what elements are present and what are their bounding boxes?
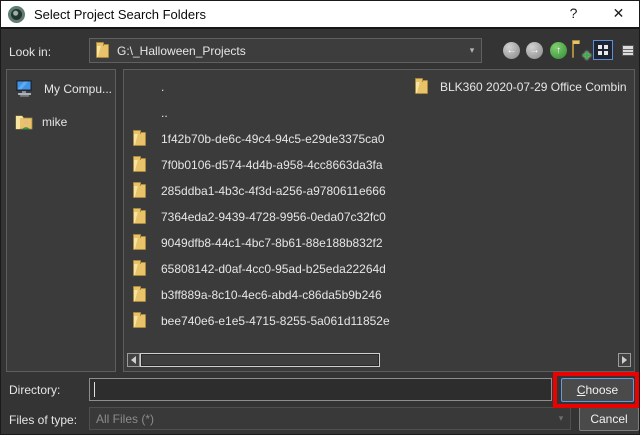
sidebar-item-mike[interactable]: mike — [7, 107, 115, 136]
left-triangle-icon — [131, 356, 136, 364]
app-icon — [8, 6, 25, 23]
folder-icon — [133, 262, 146, 276]
cancel-button[interactable]: Cancel — [579, 407, 639, 431]
create-new-folder-button[interactable]: ✚ — [572, 43, 588, 59]
scroll-right-button[interactable] — [618, 353, 631, 367]
list-item-label: b3ff889a-8c10-4ec6-abd4-c86da5b9b246 — [161, 288, 382, 302]
forward-arrow-icon: → — [530, 45, 540, 56]
file-type-value: All Files (*) — [96, 412, 154, 426]
list-item[interactable]: bee740e6-e1e5-4715-8255-5a061d11852e — [124, 308, 634, 334]
chevron-down-icon[interactable]: ▾ — [463, 45, 481, 56]
choose-button[interactable]: Choose — [561, 378, 634, 402]
folder-icon — [133, 158, 146, 172]
user-folder-icon — [15, 113, 33, 130]
directory-input[interactable] — [89, 378, 552, 401]
sidebar-item-label: My Compu... — [44, 82, 112, 96]
scroll-left-button[interactable] — [127, 353, 140, 367]
look-in-path: G:\_Halloween_Projects — [117, 44, 246, 58]
plus-icon: ✚ — [583, 51, 591, 62]
list-item-label: 65808142-d0af-4cc0-95ad-b25eda22264d — [161, 262, 386, 276]
help-button[interactable]: ? — [551, 0, 596, 26]
folder-icon — [96, 44, 109, 58]
look-in-label: Look in: — [9, 45, 51, 59]
folder-icon — [133, 184, 146, 198]
list-item-label: 1f42b70b-de6c-49c4-94c5-e29de3375ca0 — [161, 132, 385, 146]
parent-directory-button[interactable]: ↑ — [550, 42, 567, 59]
list-item[interactable]: b3ff889a-8c10-4ec6-abd4-c86da5b9b246 — [124, 282, 634, 308]
file-list: . .. 1f42b70b-de6c-49c4-94c5-e29de3375ca… — [123, 69, 635, 372]
folder-icon — [133, 236, 146, 250]
directory-label: Directory: — [9, 383, 60, 397]
files-of-type-label: Files of type: — [9, 413, 77, 427]
file-type-combobox: All Files (*) ▾ — [89, 407, 571, 430]
sidebar-item-label: mike — [42, 115, 67, 129]
folder-icon — [133, 314, 146, 328]
folder-icon — [415, 80, 428, 94]
right-triangle-icon — [622, 356, 627, 364]
file-list-left-column: . .. 1f42b70b-de6c-49c4-94c5-e29de3375ca… — [124, 74, 634, 334]
list-item-label: . — [161, 80, 164, 94]
list-view-button[interactable] — [593, 40, 613, 60]
horizontal-scrollbar-thumb[interactable] — [140, 353, 380, 367]
new-folder-icon — [572, 42, 574, 58]
back-arrow-icon: ← — [507, 45, 517, 56]
list-item[interactable]: 9049dfb8-44c1-4bc7-8b61-88e188b832f2 — [124, 230, 634, 256]
text-caret — [94, 382, 95, 397]
up-arrow-icon: ↑ — [556, 45, 561, 56]
detail-view-icon — [622, 45, 634, 56]
list-item[interactable]: 65808142-d0af-4cc0-95ad-b25eda22264d — [124, 256, 634, 282]
list-item[interactable]: .. — [124, 100, 634, 126]
forward-button[interactable]: → — [526, 42, 543, 59]
grid-view-icon — [598, 45, 602, 49]
places-sidebar: My Compu... mike — [6, 69, 116, 372]
list-item[interactable]: BLK360 2020-07-29 Office Combin — [415, 74, 627, 100]
folder-icon — [133, 210, 146, 224]
back-button[interactable]: ← — [503, 42, 520, 59]
list-item-label: 7364eda2-9439-4728-9956-0eda07c32fc0 — [161, 210, 386, 224]
list-item[interactable]: 1f42b70b-de6c-49c4-94c5-e29de3375ca0 — [124, 126, 634, 152]
list-item-label: 9049dfb8-44c1-4bc7-8b61-88e188b832f2 — [161, 236, 383, 250]
list-item[interactable]: 7f0b0106-d574-4d4b-a958-4cc8663da3fa — [124, 152, 634, 178]
title-bar: Select Project Search Folders ? ✕ — [1, 1, 640, 29]
window-title: Select Project Search Folders — [34, 7, 206, 22]
folder-icon — [133, 288, 146, 302]
list-item[interactable]: 285ddba1-4b3c-4f3d-a256-a9780611e666 — [124, 178, 634, 204]
list-item-label: 285ddba1-4b3c-4f3d-a256-a9780611e666 — [161, 184, 386, 198]
folder-icon — [133, 132, 146, 146]
sidebar-item-my-computer[interactable]: My Compu... — [7, 74, 115, 103]
close-button[interactable]: ✕ — [596, 0, 640, 26]
look-in-combobox[interactable]: G:\_Halloween_Projects ▾ — [89, 38, 482, 63]
chevron-down-icon: ▾ — [552, 413, 570, 424]
computer-icon — [15, 80, 35, 97]
list-item-label: BLK360 2020-07-29 Office Combin — [440, 80, 627, 94]
list-item-label: bee740e6-e1e5-4715-8255-5a061d11852e — [161, 314, 390, 328]
list-item-label: 7f0b0106-d574-4d4b-a958-4cc8663da3fa — [161, 158, 383, 172]
list-item-label: .. — [161, 106, 168, 120]
list-item[interactable]: 7364eda2-9439-4728-9956-0eda07c32fc0 — [124, 204, 634, 230]
detail-view-button[interactable] — [618, 40, 638, 60]
select-project-search-folders-dialog: Select Project Search Folders ? ✕ Look i… — [0, 0, 640, 435]
